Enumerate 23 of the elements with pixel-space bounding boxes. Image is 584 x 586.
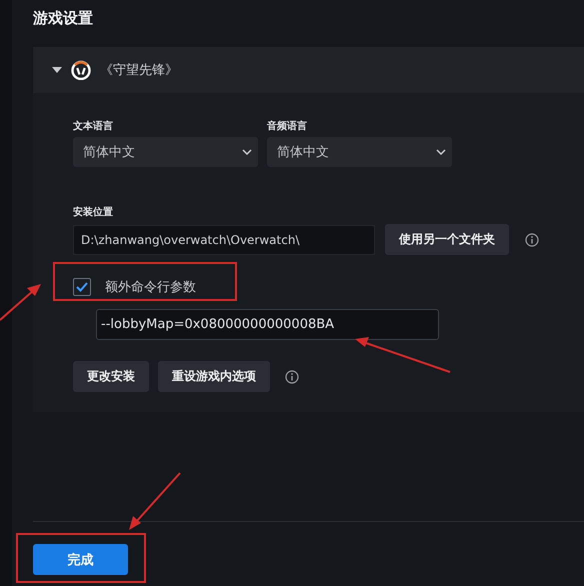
- info-icon[interactable]: [525, 232, 539, 246]
- language-dropdown[interactable]: 简体中文: [73, 137, 258, 167]
- annotation-arrow: [129, 472, 181, 530]
- info-icon[interactable]: [285, 370, 299, 384]
- arguments-field[interactable]: --lobbyMap=0x08000000000008BA: [96, 309, 439, 340]
- annotation-arrow: [0, 284, 41, 321]
- game-logo-icon: [71, 60, 91, 80]
- chevron-icon: [242, 149, 252, 155]
- field-label: 安装位置: [73, 205, 113, 219]
- field-label: 文本语言: [73, 119, 113, 133]
- install-path-field[interactable]: D:\zhanwang\overwatch\Overwatch\: [73, 224, 375, 254]
- field-label: 音频语言: [267, 119, 307, 133]
- folder-button[interactable]: 使用另一个文件夹: [385, 224, 509, 255]
- caret-icon[interactable]: [52, 67, 62, 73]
- game-name: 《守望先锋》: [100, 62, 178, 79]
- done-button[interactable]: 完成: [33, 544, 128, 575]
- action-button[interactable]: 更改安装: [73, 361, 149, 392]
- checkbox-label: 额外命令行参数: [105, 279, 196, 296]
- chevron-icon: [436, 149, 446, 155]
- page-title: 游戏设置: [33, 8, 94, 29]
- action-button[interactable]: 重设游戏内选项: [158, 361, 270, 392]
- checkbox[interactable]: [73, 278, 91, 296]
- language-dropdown[interactable]: 简体中文: [267, 137, 452, 167]
